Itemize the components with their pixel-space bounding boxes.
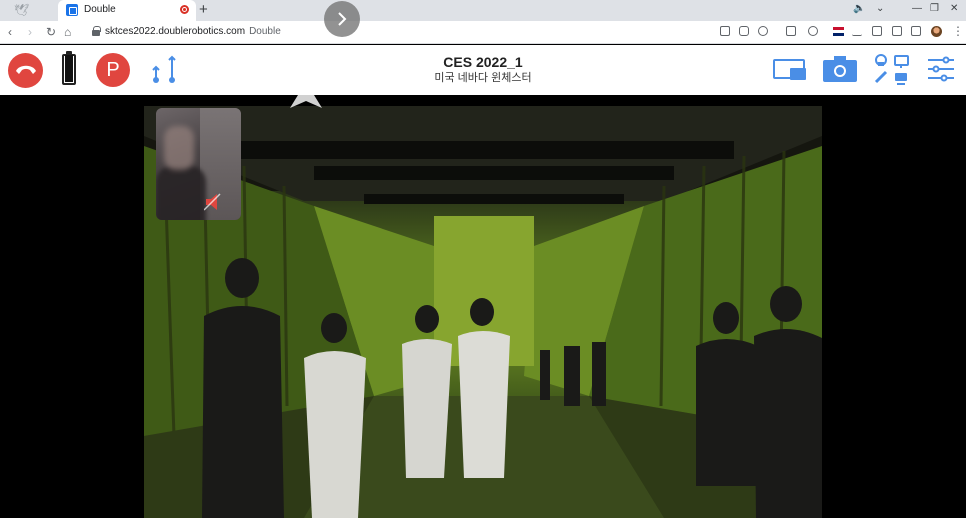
new-tab-button[interactable]: + bbox=[199, 2, 208, 18]
page-title: CES 2022_1 bbox=[443, 54, 523, 70]
browser-tab[interactable]: Double bbox=[58, 0, 196, 21]
tab-title: Double bbox=[84, 4, 116, 15]
cast-icon[interactable] bbox=[720, 26, 730, 36]
side-panel-icon[interactable] bbox=[892, 26, 902, 36]
extension-icon[interactable] bbox=[808, 26, 818, 36]
speaker-mute-icon[interactable] bbox=[204, 193, 226, 211]
bookmark-star-icon[interactable] bbox=[786, 26, 796, 36]
menu-kebab-icon[interactable]: ⋮ bbox=[952, 24, 964, 38]
remote-video[interactable] bbox=[0, 95, 966, 518]
camera-permission-icon[interactable] bbox=[739, 26, 749, 36]
screenshot-icon[interactable] bbox=[911, 26, 921, 36]
download-icon[interactable] bbox=[852, 26, 862, 36]
video-scene-drawing bbox=[144, 106, 822, 518]
up-arrow-icon[interactable] bbox=[288, 95, 324, 111]
screen-share-icon[interactable] bbox=[773, 57, 807, 83]
phone-hangup-icon bbox=[16, 65, 36, 74]
forward-overlay-button[interactable] bbox=[324, 1, 360, 37]
flag-extension-icon[interactable] bbox=[833, 27, 844, 36]
self-view-person bbox=[156, 166, 206, 220]
sliders-icon[interactable] bbox=[927, 56, 955, 84]
media-icon[interactable] bbox=[872, 26, 882, 36]
back-icon[interactable]: ‹ bbox=[8, 25, 12, 39]
forward-nav-icon[interactable]: › bbox=[28, 25, 32, 39]
double-favicon-icon bbox=[66, 4, 78, 16]
self-view-face bbox=[164, 126, 194, 170]
robot-toolbar: P CES 2022_1 미국 네바다 윈체스터 bbox=[0, 45, 966, 95]
chevron-down-icon[interactable]: ⌄ bbox=[876, 3, 884, 14]
video-scene bbox=[144, 106, 822, 518]
end-call-button[interactable] bbox=[8, 53, 43, 88]
battery-icon bbox=[62, 51, 76, 85]
url-suffix: Double bbox=[249, 26, 281, 37]
speaker-icon[interactable]: 🔈 bbox=[853, 3, 865, 14]
restore-button[interactable]: ❐ bbox=[930, 3, 939, 14]
profile-avatar[interactable] bbox=[931, 26, 942, 37]
page-subtitle: 미국 네바다 윈체스터 bbox=[434, 72, 532, 84]
home-icon[interactable]: ⌂ bbox=[64, 25, 71, 39]
url-text: sktces2022.doublerobotics.com bbox=[105, 26, 246, 37]
camera-icon[interactable] bbox=[822, 55, 858, 83]
close-window-button[interactable]: ✕ bbox=[950, 3, 958, 14]
minimize-button[interactable]: — bbox=[912, 3, 922, 14]
bird-icon: 🕊 bbox=[14, 3, 30, 17]
key-icon[interactable] bbox=[758, 26, 768, 36]
park-button[interactable]: P bbox=[96, 53, 130, 87]
address-bar: ‹ › ↻ ⌂ sktces2022.doublerobotics.com Dou… bbox=[0, 21, 966, 44]
reload-icon[interactable]: ↻ bbox=[46, 25, 56, 39]
self-view-video[interactable] bbox=[156, 108, 241, 220]
robot-features-icon[interactable] bbox=[872, 54, 912, 86]
lock-icon bbox=[92, 26, 101, 36]
url-field[interactable]: sktces2022.doublerobotics.com Double bbox=[80, 23, 770, 42]
session-title: CES 2022_1 미국 네바다 윈체스터 bbox=[383, 54, 583, 85]
height-icon[interactable] bbox=[150, 55, 180, 87]
recording-indicator-icon bbox=[180, 5, 189, 14]
battery-fill bbox=[65, 55, 73, 82]
browser-tab-bar: 🕊 Double + — ❐ ✕ 🔈 ⌄ bbox=[0, 0, 966, 21]
forward-icon bbox=[338, 12, 347, 26]
